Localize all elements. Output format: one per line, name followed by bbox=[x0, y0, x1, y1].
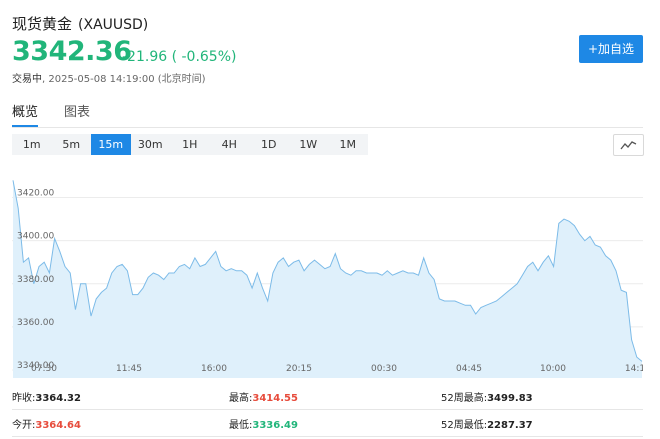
range-1w[interactable]: 1W bbox=[289, 134, 329, 155]
chart-type-toggle[interactable] bbox=[613, 134, 644, 156]
y-tick-label: 3400.00 bbox=[17, 232, 54, 242]
tab-overview[interactable]: 概览 bbox=[12, 101, 38, 120]
tabs-divider bbox=[12, 127, 643, 128]
x-tick-label: 07:30 bbox=[31, 364, 57, 374]
range-5m[interactable]: 5m bbox=[52, 134, 92, 155]
range-1m[interactable]: 1m bbox=[12, 134, 52, 155]
stats-row-2: 今开:3364.64 最低:3336.49 52周最低:2287.37 bbox=[12, 409, 643, 437]
x-tick-label: 20:15 bbox=[286, 364, 312, 374]
price-chart: 3420.003400.003380.003360.003340.00 07:3… bbox=[12, 180, 643, 378]
instrument-name: 现货黄金 bbox=[12, 15, 73, 33]
trading-status: 交易中, 2025-05-08 14:19:00 (北京时间) bbox=[12, 70, 206, 85]
instrument-symbol: (XAUUSD) bbox=[78, 17, 149, 33]
x-tick-label: 11:45 bbox=[116, 364, 142, 374]
x-tick-label: 16:00 bbox=[201, 364, 227, 374]
stat-52w-low: 52周最低:2287.37 bbox=[441, 420, 533, 431]
add-watchlist-button[interactable]: +加自选 bbox=[579, 35, 643, 63]
stat-high: 最高:3414.55 bbox=[229, 393, 298, 404]
range-30m[interactable]: 30m bbox=[131, 134, 171, 155]
x-tick-label: 10:00 bbox=[540, 364, 566, 374]
tab-chart[interactable]: 图表 bbox=[64, 101, 90, 120]
range-15m[interactable]: 15m bbox=[91, 134, 131, 155]
last-price: 3342.36 bbox=[12, 36, 132, 67]
stat-low: 最低:3336.49 bbox=[229, 420, 298, 431]
x-tick-label: 14:1 bbox=[625, 364, 643, 374]
line-chart-icon bbox=[620, 141, 637, 150]
y-tick-label: 3380.00 bbox=[17, 275, 54, 285]
y-tick-label: 3420.00 bbox=[17, 189, 54, 199]
status-timestamp: , 2025-05-08 14:19:00 (北京时间) bbox=[42, 74, 206, 85]
stat-prev-close: 昨收:3364.32 bbox=[12, 393, 81, 404]
price-change: -21.96 ( -0.65%) bbox=[122, 49, 237, 65]
range-4h[interactable]: 4H bbox=[210, 134, 250, 155]
time-range-selector: 1m 5m 15m 30m 1H 4H 1D 1W 1M bbox=[12, 134, 368, 155]
status-label: 交易中 bbox=[12, 74, 42, 85]
x-tick-label: 00:30 bbox=[371, 364, 397, 374]
stats-row-1: 昨收:3364.32 最高:3414.55 52周最高:3499.83 bbox=[12, 382, 643, 410]
stat-open: 今开:3364.64 bbox=[12, 420, 81, 431]
price-area bbox=[13, 180, 642, 378]
range-1d[interactable]: 1D bbox=[249, 134, 289, 155]
x-tick-label: 04:45 bbox=[456, 364, 482, 374]
instrument-title: 现货黄金 (XAUUSD) bbox=[12, 13, 148, 34]
range-1h[interactable]: 1H bbox=[170, 134, 210, 155]
range-1mo[interactable]: 1M bbox=[328, 134, 368, 155]
stat-52w-high: 52周最高:3499.83 bbox=[441, 393, 533, 404]
y-tick-label: 3360.00 bbox=[17, 318, 54, 328]
